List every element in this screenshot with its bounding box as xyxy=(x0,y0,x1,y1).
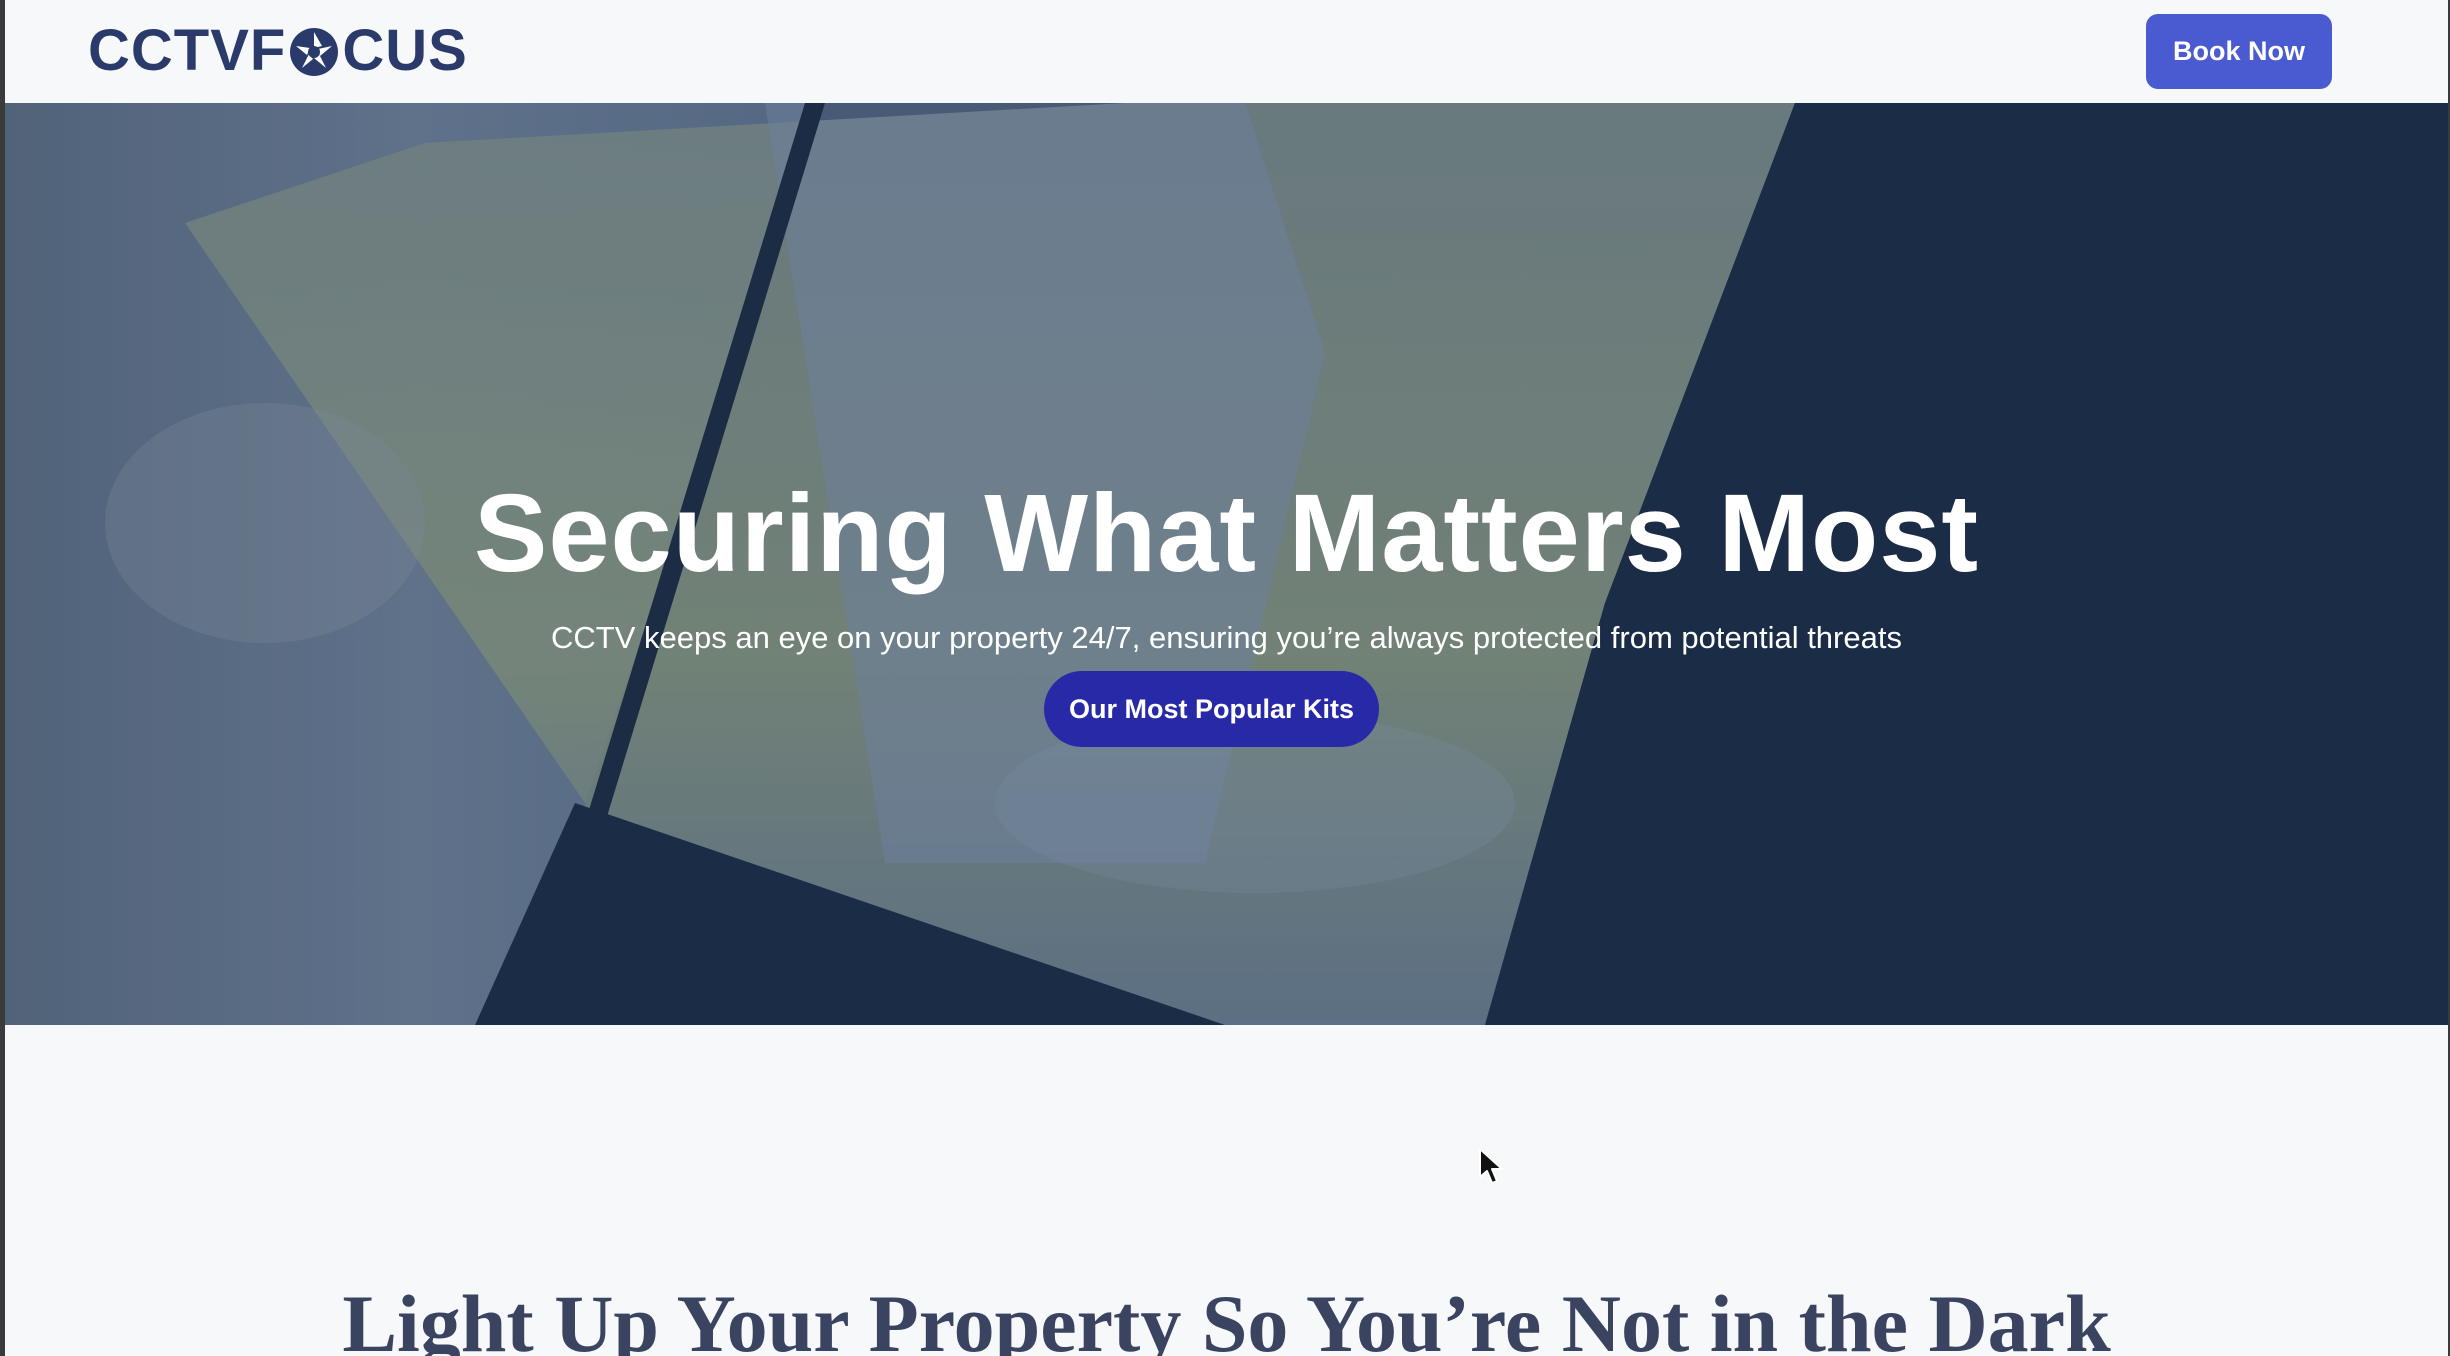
logo-text-left: CCTVF xyxy=(88,18,287,83)
camera-aperture-icon xyxy=(288,26,340,78)
logo-text-right: CUS xyxy=(342,18,468,83)
hero-title: Securing What Matters Most xyxy=(473,471,1980,595)
site-logo[interactable]: CCTVF CUS xyxy=(88,18,468,84)
browser-page: CCTVF CUS Book Now Securing What Matters… xyxy=(5,0,2448,1356)
section-heading: Light Up Your Property So You’re Not in … xyxy=(342,1278,2111,1356)
mouse-pointer-icon xyxy=(1477,1147,1507,1187)
book-now-button[interactable]: Book Now xyxy=(2146,14,2332,89)
hero-section: Securing What Matters Most CCTV keeps an… xyxy=(5,103,2448,1025)
hero-subtitle: CCTV keeps an eye on your property 24/7,… xyxy=(551,620,1902,655)
site-header: CCTVF CUS Book Now xyxy=(5,0,2448,103)
popular-kits-button[interactable]: Our Most Popular Kits xyxy=(1044,671,1379,747)
